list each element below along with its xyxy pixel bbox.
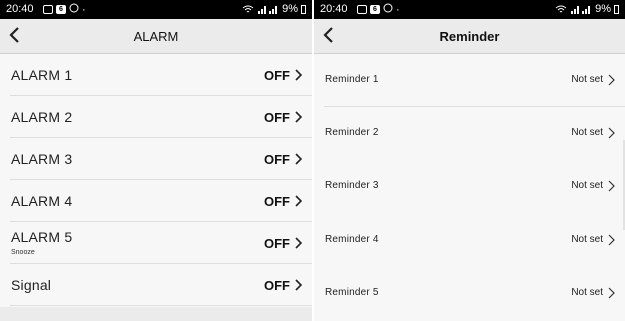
page-title: Reminder — [439, 29, 500, 44]
alarm-row-2[interactable]: ALARM 2 OFF — [0, 96, 312, 138]
chevron-right-icon — [608, 234, 615, 246]
badge-icon: 6 — [56, 5, 66, 14]
reminder-label: Reminder 3 — [325, 180, 379, 191]
chevron-right-icon — [295, 69, 302, 81]
alarm-value: OFF — [264, 236, 290, 251]
chevron-right-icon — [608, 287, 615, 299]
signal-icon — [571, 5, 591, 14]
alarm-row-1[interactable]: ALARM 1 OFF — [0, 54, 312, 96]
reminder-row-4[interactable]: Reminder 4 Not set — [314, 214, 625, 267]
alarm-sublabel: Snooze — [11, 249, 35, 256]
page-title: ALARM — [133, 29, 179, 44]
battery-icon — [301, 4, 306, 14]
reminder-value: Not set — [571, 234, 603, 245]
reminder-label: Reminder 4 — [325, 234, 379, 245]
reminder-row-1[interactable]: Reminder 1 Not set — [314, 54, 625, 107]
alarm-label: ALARM 1 — [11, 67, 73, 83]
reminder-value: Not set — [571, 74, 603, 85]
alarm-label: ALARM 5 — [11, 229, 73, 245]
alarm-row-3[interactable]: ALARM 3 OFF — [0, 138, 312, 180]
alarm-row-4[interactable]: ALARM 4 OFF — [0, 180, 312, 222]
whatsapp-icon — [383, 3, 393, 16]
wifi-icon — [555, 5, 567, 12]
reminder-value: Not set — [571, 180, 603, 191]
reminder-label: Reminder 1 — [325, 74, 379, 85]
status-time: 20:40 — [6, 3, 34, 15]
app-bar: ALARM — [0, 19, 312, 54]
chevron-right-icon — [295, 279, 302, 291]
reminder-value: Not set — [571, 287, 603, 298]
status-bar: 20:40 6 · 9% — [0, 0, 312, 19]
alarm-label: ALARM 3 — [11, 151, 73, 167]
status-app-icons: 6 · — [357, 3, 400, 16]
alarm-value: OFF — [264, 152, 290, 167]
alarm-label: ALARM 4 — [11, 193, 73, 209]
chevron-right-icon — [295, 111, 302, 123]
battery-percent: 9% — [282, 3, 298, 15]
chevron-right-icon — [295, 237, 302, 249]
reminder-label: Reminder 5 — [325, 287, 379, 298]
chevron-right-icon — [608, 127, 615, 139]
status-dot: · — [396, 3, 400, 16]
chevron-right-icon — [608, 74, 615, 86]
image-icon — [357, 5, 367, 14]
battery-icon — [614, 4, 619, 14]
alarm-value: OFF — [264, 68, 290, 83]
status-time: 20:40 — [320, 3, 348, 15]
status-dot: · — [82, 3, 86, 16]
alarm-value: OFF — [264, 110, 290, 125]
image-icon — [43, 5, 53, 14]
reminder-value: Not set — [571, 127, 603, 138]
wifi-icon — [242, 5, 254, 12]
alarm-value: OFF — [264, 194, 290, 209]
alarm-row-5[interactable]: ALARM 5 Snooze OFF — [0, 222, 312, 264]
divider — [10, 305, 312, 306]
status-bar: 20:40 6 · 9% — [314, 0, 625, 19]
bottom-area — [0, 307, 312, 321]
reminder-label: Reminder 2 — [325, 127, 379, 138]
status-right: 9% — [555, 3, 619, 15]
signal-value: OFF — [264, 278, 290, 293]
badge-icon: 6 — [370, 5, 380, 14]
chevron-right-icon — [608, 180, 615, 192]
reminder-row-2[interactable]: Reminder 2 Not set — [314, 107, 625, 160]
reminder-row-3[interactable]: Reminder 3 Not set — [314, 160, 625, 214]
chevron-right-icon — [295, 195, 302, 207]
app-bar: Reminder — [314, 19, 625, 54]
status-app-icons: 6 · — [43, 3, 86, 16]
reminder-row-5[interactable]: Reminder 5 Not set — [314, 267, 625, 321]
reminder-screen: 20:40 6 · 9% Reminder Reminder 1 Not set… — [314, 0, 625, 321]
alarm-screen: 20:40 6 · 9% ALARM ALARM 1 OFF ALARM 2 O… — [0, 0, 312, 321]
alarm-label: ALARM 2 — [11, 109, 73, 125]
whatsapp-icon — [69, 3, 79, 16]
signal-icon — [258, 5, 278, 14]
status-right: 9% — [242, 3, 306, 15]
battery-percent: 9% — [595, 3, 611, 15]
signal-row[interactable]: Signal OFF — [0, 264, 312, 306]
signal-label: Signal — [11, 277, 52, 293]
chevron-right-icon — [295, 153, 302, 165]
